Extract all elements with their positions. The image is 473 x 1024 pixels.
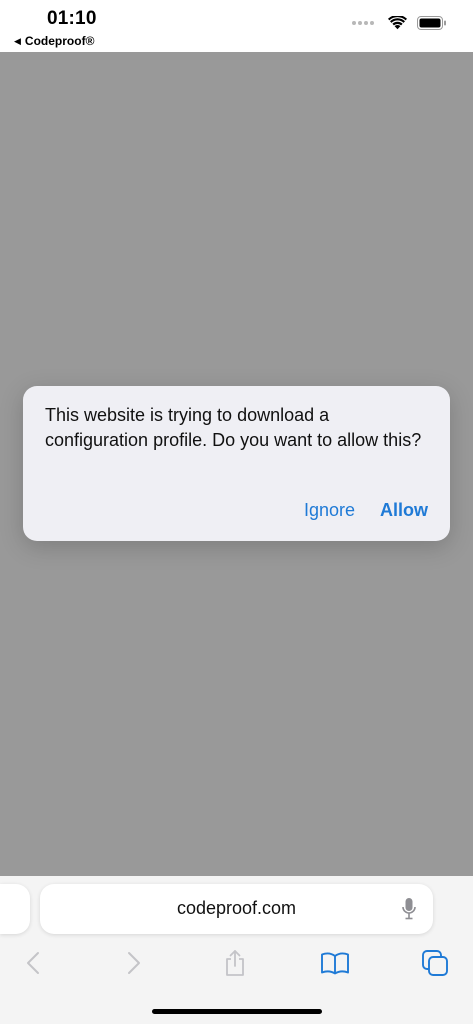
signal-icon [352, 21, 374, 25]
back-to-app-link[interactable]: ◀ Codeproof® [14, 34, 94, 48]
share-button[interactable] [220, 948, 250, 978]
wifi-icon [388, 16, 407, 30]
share-icon [226, 950, 244, 976]
status-indicators [352, 16, 447, 30]
back-triangle-icon: ◀ [14, 35, 21, 46]
download-profile-alert: This website is trying to download a con… [23, 386, 450, 541]
status-time: 01:10 [47, 8, 97, 29]
microphone-icon[interactable] [401, 897, 417, 921]
address-bar[interactable]: codeproof.com [40, 884, 433, 934]
chevron-left-icon [27, 952, 39, 974]
home-indicator[interactable] [152, 1009, 322, 1014]
chevron-right-icon [128, 952, 140, 974]
allow-button[interactable]: Allow [380, 500, 428, 521]
address-text: codeproof.com [176, 898, 297, 918]
tabs-button[interactable] [420, 948, 450, 978]
bookmarks-button[interactable] [320, 948, 350, 978]
back-button[interactable] [18, 948, 48, 978]
alert-message: This website is trying to download a con… [45, 405, 422, 450]
battery-icon [417, 16, 446, 30]
status-bar: 01:10 ◀ Codeproof® [0, 0, 473, 52]
forward-button[interactable] [119, 948, 149, 978]
book-icon [321, 952, 349, 975]
browser-bottom-bar: codeproof.com [0, 876, 473, 1024]
previous-tab-address-stub[interactable] [0, 884, 30, 934]
ignore-button[interactable]: Ignore [304, 500, 355, 521]
back-app-label: Codeproof® [24, 34, 95, 48]
tabs-icon [422, 950, 448, 976]
